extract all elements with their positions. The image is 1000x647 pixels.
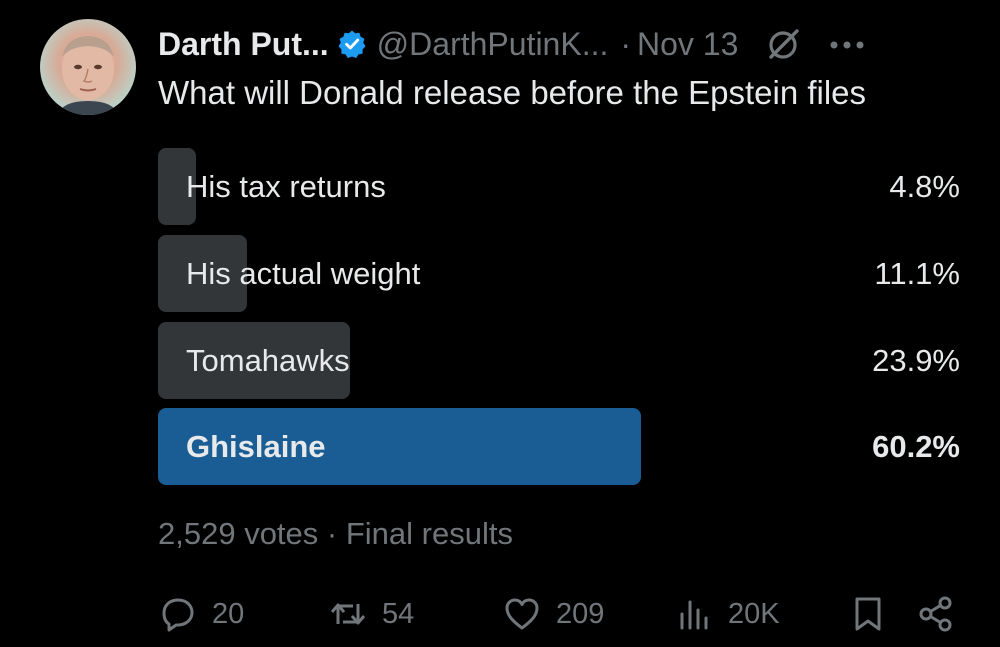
views-icon [674,594,714,634]
poll-option-label: Ghislaine [186,429,326,464]
action-bar: 20 54 209 20K [158,588,960,640]
tweet-header: Darth Put... @DarthPutinK... · Nov 13 [158,22,866,66]
like-icon [502,594,542,634]
repost-icon [328,594,368,634]
views-count: 20K [728,597,780,630]
tweet-date[interactable]: Nov 13 [637,26,738,63]
tweet-text: What will Donald release before the Epst… [158,74,867,111]
like-button[interactable]: 209 [502,588,604,640]
like-count: 209 [556,597,605,630]
poll-option: His tax returns 4.8% [158,148,960,225]
author-name[interactable]: Darth Put... [158,26,329,63]
bookmark-icon [848,594,888,634]
poll-option-label: Tomahawks [186,343,350,378]
poll-option-percent: 60.2% [872,429,960,464]
poll-option: His actual weight 11.1% [158,235,960,312]
reply-count: 20 [212,597,245,630]
share-button[interactable] [916,588,956,640]
poll-option-percent: 23.9% [872,343,960,378]
more-icon[interactable] [828,38,866,50]
avatar[interactable] [40,19,136,115]
poll-option: Tomahawks 23.9% [158,322,960,399]
repost-count: 54 [382,597,415,630]
poll-results-summary: 2,529 votes · Final results [158,516,513,551]
poll-option-winner: Ghislaine 60.2% [158,408,960,485]
verified-badge-icon [337,29,367,59]
views-button[interactable]: 20K [674,588,780,640]
poll-option-percent: 4.8% [889,169,960,204]
share-icon [916,594,956,634]
poll-option-label: His actual weight [186,256,421,291]
reply-icon [158,594,198,634]
reply-button[interactable]: 20 [158,588,244,640]
repost-button[interactable]: 54 [328,588,414,640]
poll-option-percent: 11.1% [874,256,960,291]
author-handle[interactable]: @DarthPutinK... [377,26,609,63]
separator-dot: · [620,25,632,62]
bookmark-button[interactable] [848,588,888,640]
poll-option-label: His tax returns [186,169,386,204]
grok-icon[interactable] [766,26,802,62]
